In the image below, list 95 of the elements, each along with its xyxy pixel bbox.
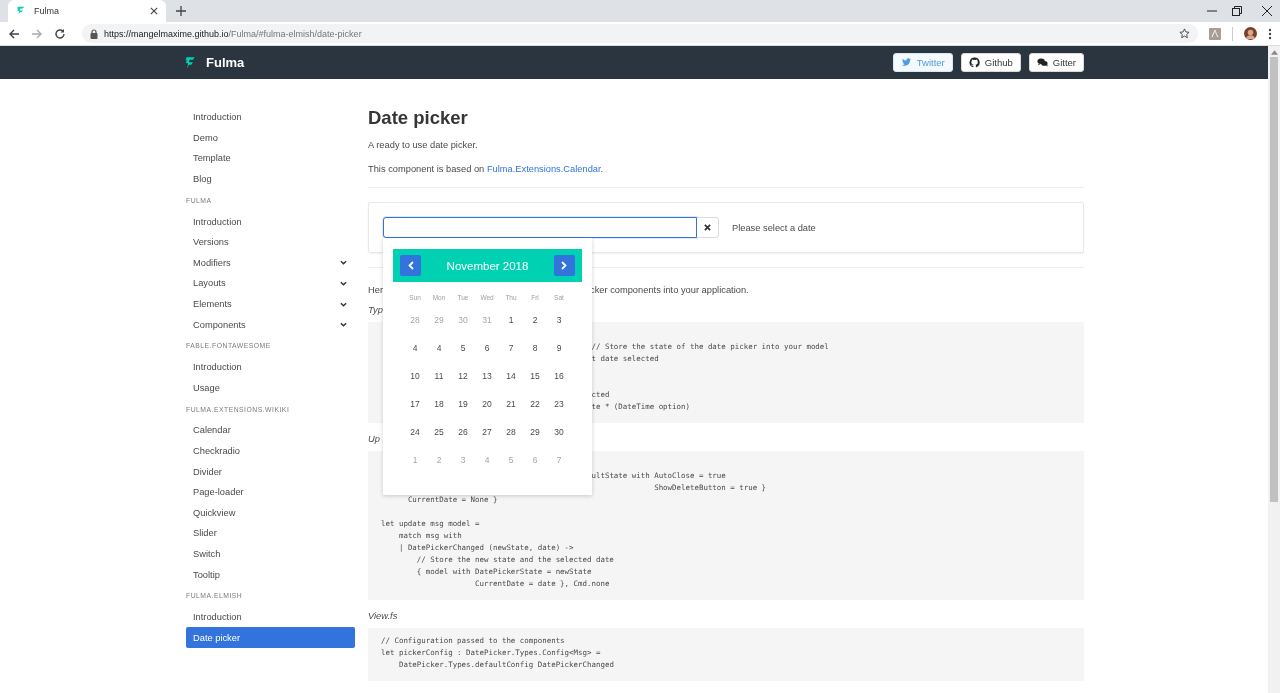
sidebar-item[interactable]: Components — [186, 314, 355, 335]
file-label: View.fs — [368, 610, 399, 623]
calendar-day[interactable]: 29 — [523, 418, 547, 446]
calendar-day[interactable]: 3 — [547, 306, 571, 334]
calendar-day[interactable]: 12 — [451, 362, 475, 390]
calendar-day[interactable]: 23 — [547, 390, 571, 418]
sidebar-item[interactable]: Introduction — [186, 356, 355, 378]
lock-icon — [90, 28, 98, 39]
twitter-bird-icon — [900, 57, 912, 68]
sidebar-item[interactable]: Page-loader — [186, 481, 355, 503]
chevron-down-icon — [340, 260, 347, 266]
based-on-text: This component is based on Fulma.Extensions.Calendar. — [368, 163, 605, 175]
more-menu-icon[interactable] — [1268, 27, 1272, 40]
calendar-day[interactable]: 17 — [403, 390, 427, 418]
close-icon[interactable] — [150, 7, 158, 15]
calendar-extension-link[interactable]: Fulma.Extensions.Calendar — [486, 164, 601, 174]
calendar-day[interactable]: 7 — [499, 334, 523, 362]
sidebar-item[interactable]: Date picker — [186, 627, 355, 649]
clear-date-button[interactable] — [697, 217, 719, 238]
calendar-day[interactable]: 18 — [427, 390, 451, 418]
calendar-day[interactable]: 13 — [475, 362, 499, 390]
sidebar-item[interactable]: Divider — [186, 461, 355, 482]
brand-name[interactable]: Fulma — [206, 55, 245, 70]
github-icon — [968, 57, 980, 68]
chevron-left-icon — [407, 261, 414, 270]
chevron-down-icon — [340, 280, 347, 286]
chevron-down-icon — [340, 322, 347, 328]
lead-text: A ready to use date picker. — [368, 139, 479, 151]
chat-bubbles-icon — [1036, 57, 1048, 68]
calendar-day[interactable]: 4 — [403, 334, 427, 362]
sidebar-item[interactable]: Blog — [186, 168, 355, 190]
sidebar-item[interactable]: Quickview — [186, 502, 355, 524]
star-icon[interactable] — [1179, 28, 1190, 39]
sidebar-item[interactable]: Template — [186, 148, 355, 169]
date-input-field[interactable] — [383, 217, 697, 238]
pdf-extension-icon[interactable] — [1209, 27, 1221, 40]
file-label: Up — [368, 433, 381, 446]
calendar-day[interactable]: 24 — [403, 418, 427, 446]
calendar-day[interactable]: 10 — [403, 362, 427, 390]
fulma-logo-icon[interactable] — [184, 54, 197, 71]
calendar-day[interactable]: 27 — [475, 418, 499, 446]
gitter-button[interactable]: Gitter — [1028, 53, 1084, 72]
sidebar-item[interactable]: Versions — [186, 231, 355, 253]
sidebar-item[interactable]: Checkradio — [186, 440, 355, 462]
chevron-right-icon — [561, 261, 568, 270]
date-status-text: Please select a date — [732, 222, 816, 233]
back-arrow-icon[interactable] — [8, 27, 20, 40]
sidebar-item[interactable]: Elements — [186, 293, 355, 315]
calendar-day[interactable]: 11 — [427, 362, 451, 390]
close-icon[interactable] — [1262, 6, 1272, 16]
close-icon — [704, 224, 711, 231]
calendar-day[interactable]: 20 — [475, 390, 499, 418]
reload-icon[interactable] — [54, 27, 66, 40]
calendar-day[interactable]: 14 — [499, 362, 523, 390]
calendar-day[interactable]: 16 — [547, 362, 571, 390]
sidebar-item[interactable]: Calendar — [186, 420, 355, 441]
calendar-day[interactable]: 9 — [547, 334, 571, 362]
file-label: Typ — [368, 304, 384, 317]
calendar-day[interactable]: 5 — [451, 334, 475, 362]
sidebar-item[interactable]: Introduction — [186, 606, 355, 628]
calendar-day[interactable]: 19 — [451, 390, 475, 418]
calendar-day[interactable]: 8 — [523, 334, 547, 362]
scroll-up-arrow-icon[interactable] — [1270, 50, 1278, 55]
sidebar-item[interactable]: Introduction — [186, 211, 355, 232]
calendar-day[interactable]: 25 — [427, 418, 451, 446]
sidebar-item[interactable]: Switch — [186, 543, 355, 565]
calendar-day[interactable]: 4 — [427, 334, 451, 362]
sidebar-item[interactable]: Slider — [186, 523, 355, 544]
new-tab-icon[interactable] — [176, 6, 186, 16]
calendar-day[interactable]: 6 — [475, 334, 499, 362]
sidebar-item[interactable]: Layouts — [186, 273, 355, 294]
avatar-icon[interactable] — [1244, 27, 1257, 40]
month-title: November 2018 — [446, 259, 529, 272]
sidebar-item[interactable]: Introduction — [186, 107, 355, 128]
calendar-day[interactable]: 2 — [523, 306, 547, 334]
previous-month-button[interactable] — [400, 255, 421, 276]
sidebar-item[interactable]: Demo — [186, 127, 355, 149]
page-title: Date picker — [368, 107, 469, 129]
sidebar-item[interactable]: Usage — [186, 377, 355, 399]
calendar-day[interactable]: 30 — [547, 418, 571, 446]
restore-icon[interactable] — [1232, 6, 1242, 16]
calendar-day[interactable]: 28 — [499, 418, 523, 446]
chevron-down-icon — [340, 301, 347, 307]
calendar-day[interactable]: 1 — [499, 306, 523, 334]
calendar-day[interactable]: 22 — [523, 390, 547, 418]
github-button[interactable]: Github — [960, 53, 1021, 72]
sidebar-item[interactable]: Modifiers — [186, 252, 355, 274]
body-text: Her — [368, 285, 383, 295]
calendar-day[interactable]: 26 — [451, 418, 475, 446]
calendar-day[interactable]: 15 — [523, 362, 547, 390]
browser-tab[interactable]: Fulma — [8, 0, 166, 22]
sidebar-item[interactable]: Tooltip — [186, 564, 355, 585]
calendar-day[interactable]: 21 — [499, 390, 523, 418]
scrollbar-thumb[interactable] — [1270, 57, 1278, 502]
next-month-button[interactable] — [554, 255, 575, 276]
